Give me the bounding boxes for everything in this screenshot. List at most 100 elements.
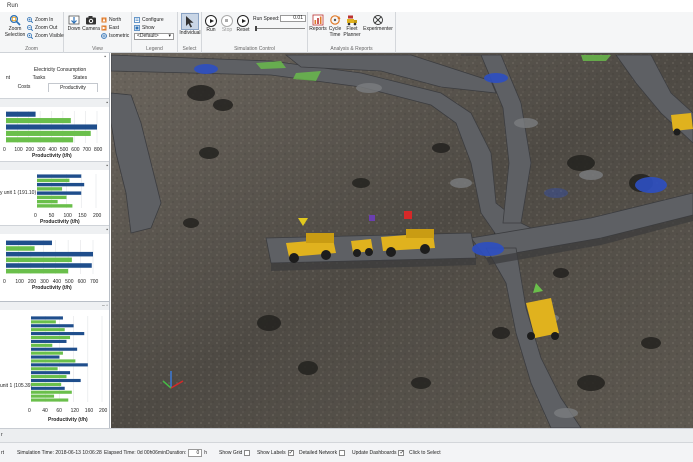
chart-4-close-icon[interactable]: – ▫ [102, 302, 108, 310]
bar [31, 386, 65, 390]
chart-3-pin-icon[interactable]: ▪ [106, 226, 108, 234]
status-bar: rt Simulation Time: 2018-06-13 10:06:28 … [0, 442, 693, 462]
experimenter-icon [373, 15, 383, 25]
update-dashboards-checkbox[interactable] [398, 449, 405, 456]
tab-run[interactable]: Run [3, 1, 22, 12]
individual-select-button[interactable]: Individual [179, 13, 201, 37]
bar [31, 332, 85, 336]
dashboard-panel: ▪ Electricity Consumption nt Tasks State… [0, 53, 110, 428]
bar [6, 124, 97, 130]
bar [31, 320, 56, 324]
x-tick-label: 200 [99, 408, 108, 414]
productivity-chart-4: – ▫ unit 1 (105.39) 0 40 60 120 160 200 Produ… [0, 301, 109, 428]
truck-marker-red [404, 211, 412, 219]
chart-1-x-label: Productivity (t/h) [32, 153, 72, 159]
x-tick-label: 800 [94, 147, 103, 153]
zoom-visible-button[interactable]: Zoom Visible [27, 32, 64, 39]
bar [37, 191, 82, 195]
simulation-3d-viewport[interactable] [111, 53, 693, 428]
show-labels-checkbox[interactable] [287, 449, 294, 456]
tab-productivity[interactable]: Productivity [48, 83, 98, 92]
experimenter-button[interactable]: Experimenter [363, 14, 393, 33]
bar [31, 359, 76, 363]
duration-control: Duration: 0 h [166, 443, 207, 462]
bar [6, 246, 35, 251]
run-button[interactable]: Run [203, 15, 219, 34]
fleet-planner-button[interactable]: Fleet Planner [343, 14, 361, 38]
bar [6, 263, 92, 268]
individual-select-highlight [181, 13, 199, 30]
bar [31, 351, 63, 355]
zoom-selection-button[interactable]: Zoom Selection [5, 14, 25, 38]
bar [37, 178, 70, 183]
tab-electricity-consumption[interactable]: Electricity Consumption [20, 66, 100, 74]
duration-input[interactable]: 0 [188, 449, 203, 457]
reset-button[interactable]: Reset [235, 15, 251, 34]
cycle-time-button[interactable]: Cycle Time [327, 14, 343, 38]
panel-pin-icon[interactable]: ▪ [104, 54, 106, 60]
output-bar: r [0, 428, 693, 442]
east-button[interactable]: East [101, 24, 119, 31]
zoom-visible-icon [27, 32, 33, 39]
run-speed-label: Run Speed: [253, 15, 280, 22]
detailed-network-toggle[interactable]: Detailed Network [299, 443, 346, 462]
fleet-planner-label: Fleet Planner [343, 26, 361, 38]
camera-button[interactable]: Camera [82, 14, 100, 33]
bar [31, 363, 88, 367]
bar [6, 240, 52, 246]
legend-group-label: Legend [146, 46, 163, 52]
chart-4-header: – ▫ [0, 302, 109, 310]
chart-2-y-label: y unit 1 (191.10) [0, 190, 37, 196]
output-bar-text: r [1, 432, 3, 438]
update-dashboards-toggle[interactable]: Update Dashboards [352, 443, 405, 462]
run-speed-slider-thumb[interactable] [255, 26, 257, 31]
individual-label: Individual [179, 30, 201, 36]
run-speed-slider-track[interactable] [255, 28, 305, 29]
chart-4-y-label: unit 1 (105.39) [0, 383, 33, 389]
north-button[interactable]: North [101, 16, 121, 23]
show-grid-checkbox[interactable] [244, 450, 251, 456]
simulation-time: Simulation Time: 2018-06-13 10:06:28 [17, 450, 102, 456]
tab-states[interactable]: States [60, 74, 100, 82]
chart-2-plot [37, 174, 97, 208]
zoom-in-button[interactable]: Zoom In [27, 16, 53, 23]
reports-button[interactable]: Reports [309, 14, 327, 33]
analysis-group-label: Analysis & Reports [330, 46, 373, 52]
chart-1-pin-icon[interactable]: ▪ [106, 99, 108, 107]
legend-group: Configure Show <Default> ▾ Legend [132, 12, 178, 53]
run-speed-input[interactable]: 0.01 [280, 15, 306, 22]
x-tick-label: 60 [56, 408, 62, 414]
show-labels-toggle[interactable]: Show Labels [257, 443, 294, 462]
zoom-in-icon [27, 16, 33, 23]
productivity-chart-2: ▪ y unit 1 (191.10) 0 50 100 150 200 Product… [0, 161, 109, 225]
cycle-time-icon [330, 15, 341, 25]
tab-partial[interactable]: nt [0, 74, 16, 82]
bar [31, 328, 65, 332]
chart-3-header: ▪ [0, 226, 109, 234]
legend-dropdown-value: <Default> [137, 33, 159, 39]
legend-dropdown[interactable]: <Default> ▾ [134, 33, 174, 40]
bar [37, 204, 73, 208]
detailed-network-checkbox[interactable] [339, 450, 346, 456]
tab-costs[interactable]: Costs [4, 83, 44, 91]
chart-1-header: ▪ [0, 99, 109, 107]
configure-button[interactable]: Configure [134, 16, 164, 23]
chart-2-pin-icon[interactable]: ▪ [106, 162, 108, 170]
down-button[interactable]: Down [66, 14, 82, 33]
stop-button[interactable]: Stop [219, 15, 235, 34]
bar [6, 268, 69, 274]
tab-tasks[interactable]: Tasks [24, 74, 54, 82]
zoom-out-icon [27, 24, 33, 31]
isometric-label: Isometric [109, 32, 130, 39]
show-grid-toggle[interactable]: Show Grid [219, 443, 251, 462]
show-legend-button[interactable]: Show [134, 24, 155, 31]
show-grid-label: Show Grid [219, 450, 243, 456]
chart-2-header: ▪ [0, 162, 109, 170]
bar [31, 382, 62, 386]
isometric-button[interactable]: Isometric [101, 32, 129, 39]
zoom-out-button[interactable]: Zoom Out [27, 24, 57, 31]
duration-unit: h [204, 450, 208, 456]
zoom-group: Zoom Selection Zoom In Zoom Out Zoom Vis… [0, 12, 64, 53]
bar [37, 199, 58, 204]
bar [31, 390, 72, 394]
